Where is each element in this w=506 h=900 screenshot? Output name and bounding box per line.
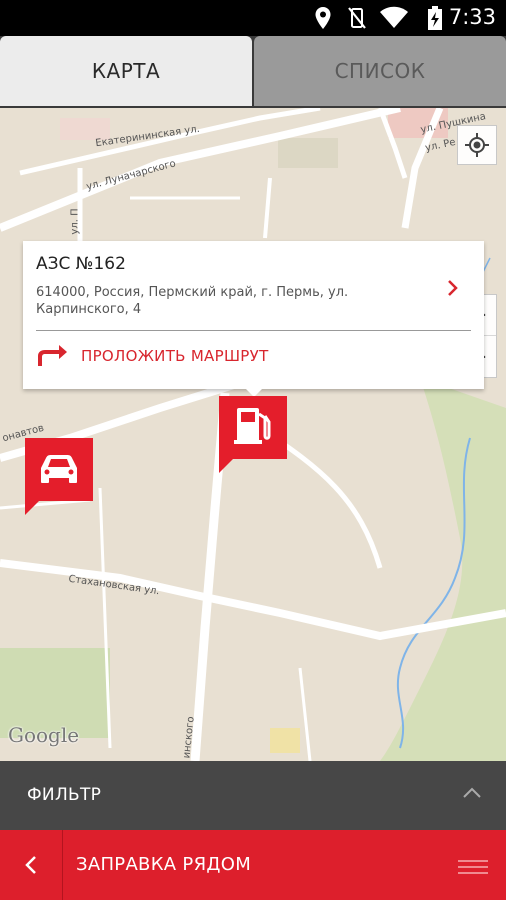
google-attribution: Google bbox=[8, 723, 80, 747]
tab-list[interactable]: СПИСОК bbox=[254, 36, 506, 106]
vibrate-off-icon bbox=[348, 7, 366, 29]
station-address: 614000, Россия, Пермский край, г. Пермь,… bbox=[36, 285, 349, 317]
bottom-action-bar: ЗАПРАВКА РЯДОМ bbox=[0, 830, 506, 900]
location-icon bbox=[315, 7, 331, 29]
menu-icon[interactable] bbox=[458, 860, 488, 874]
street-label: ул. П bbox=[69, 208, 81, 235]
filter-bar[interactable]: ФИЛЬТР bbox=[0, 761, 506, 830]
tab-bar: КАРТА СПИСОК bbox=[0, 36, 506, 108]
car-icon bbox=[41, 455, 77, 483]
build-route-button[interactable]: ПРОЛОЖИТЬ МАРШРУТ bbox=[81, 347, 269, 365]
gas-station-marker[interactable] bbox=[219, 396, 287, 473]
filter-label: ФИЛЬТР bbox=[27, 785, 102, 805]
chevron-up-icon[interactable] bbox=[462, 785, 482, 799]
status-bar: 7:33 bbox=[0, 0, 506, 36]
crosshair-icon bbox=[465, 133, 489, 157]
back-button[interactable] bbox=[0, 830, 62, 900]
car-location-marker[interactable] bbox=[25, 438, 93, 515]
station-info-popup[interactable]: АЗС №162 614000, Россия, Пермский край, … bbox=[23, 241, 484, 397]
map-view[interactable]: Екатерининская ул. ул. Луначарского ул. … bbox=[0, 108, 506, 761]
station-title: АЗС №162 bbox=[36, 254, 126, 274]
route-arrow-icon bbox=[38, 345, 67, 366]
battery-charging-icon bbox=[428, 6, 442, 30]
fuel-pump-icon bbox=[234, 408, 271, 444]
wifi-icon bbox=[380, 6, 408, 28]
screen-title: ЗАПРАВКА РЯДОМ bbox=[76, 854, 252, 875]
marker-pin bbox=[219, 459, 233, 473]
marker-pin bbox=[25, 501, 39, 515]
chevron-left-icon bbox=[25, 856, 36, 874]
status-time: 7:33 bbox=[448, 5, 496, 29]
chevron-right-icon[interactable] bbox=[447, 279, 459, 297]
my-location-button[interactable] bbox=[457, 125, 497, 165]
tab-map[interactable]: КАРТА bbox=[0, 36, 252, 106]
bar-separator bbox=[62, 830, 63, 900]
popup-divider bbox=[36, 330, 471, 331]
